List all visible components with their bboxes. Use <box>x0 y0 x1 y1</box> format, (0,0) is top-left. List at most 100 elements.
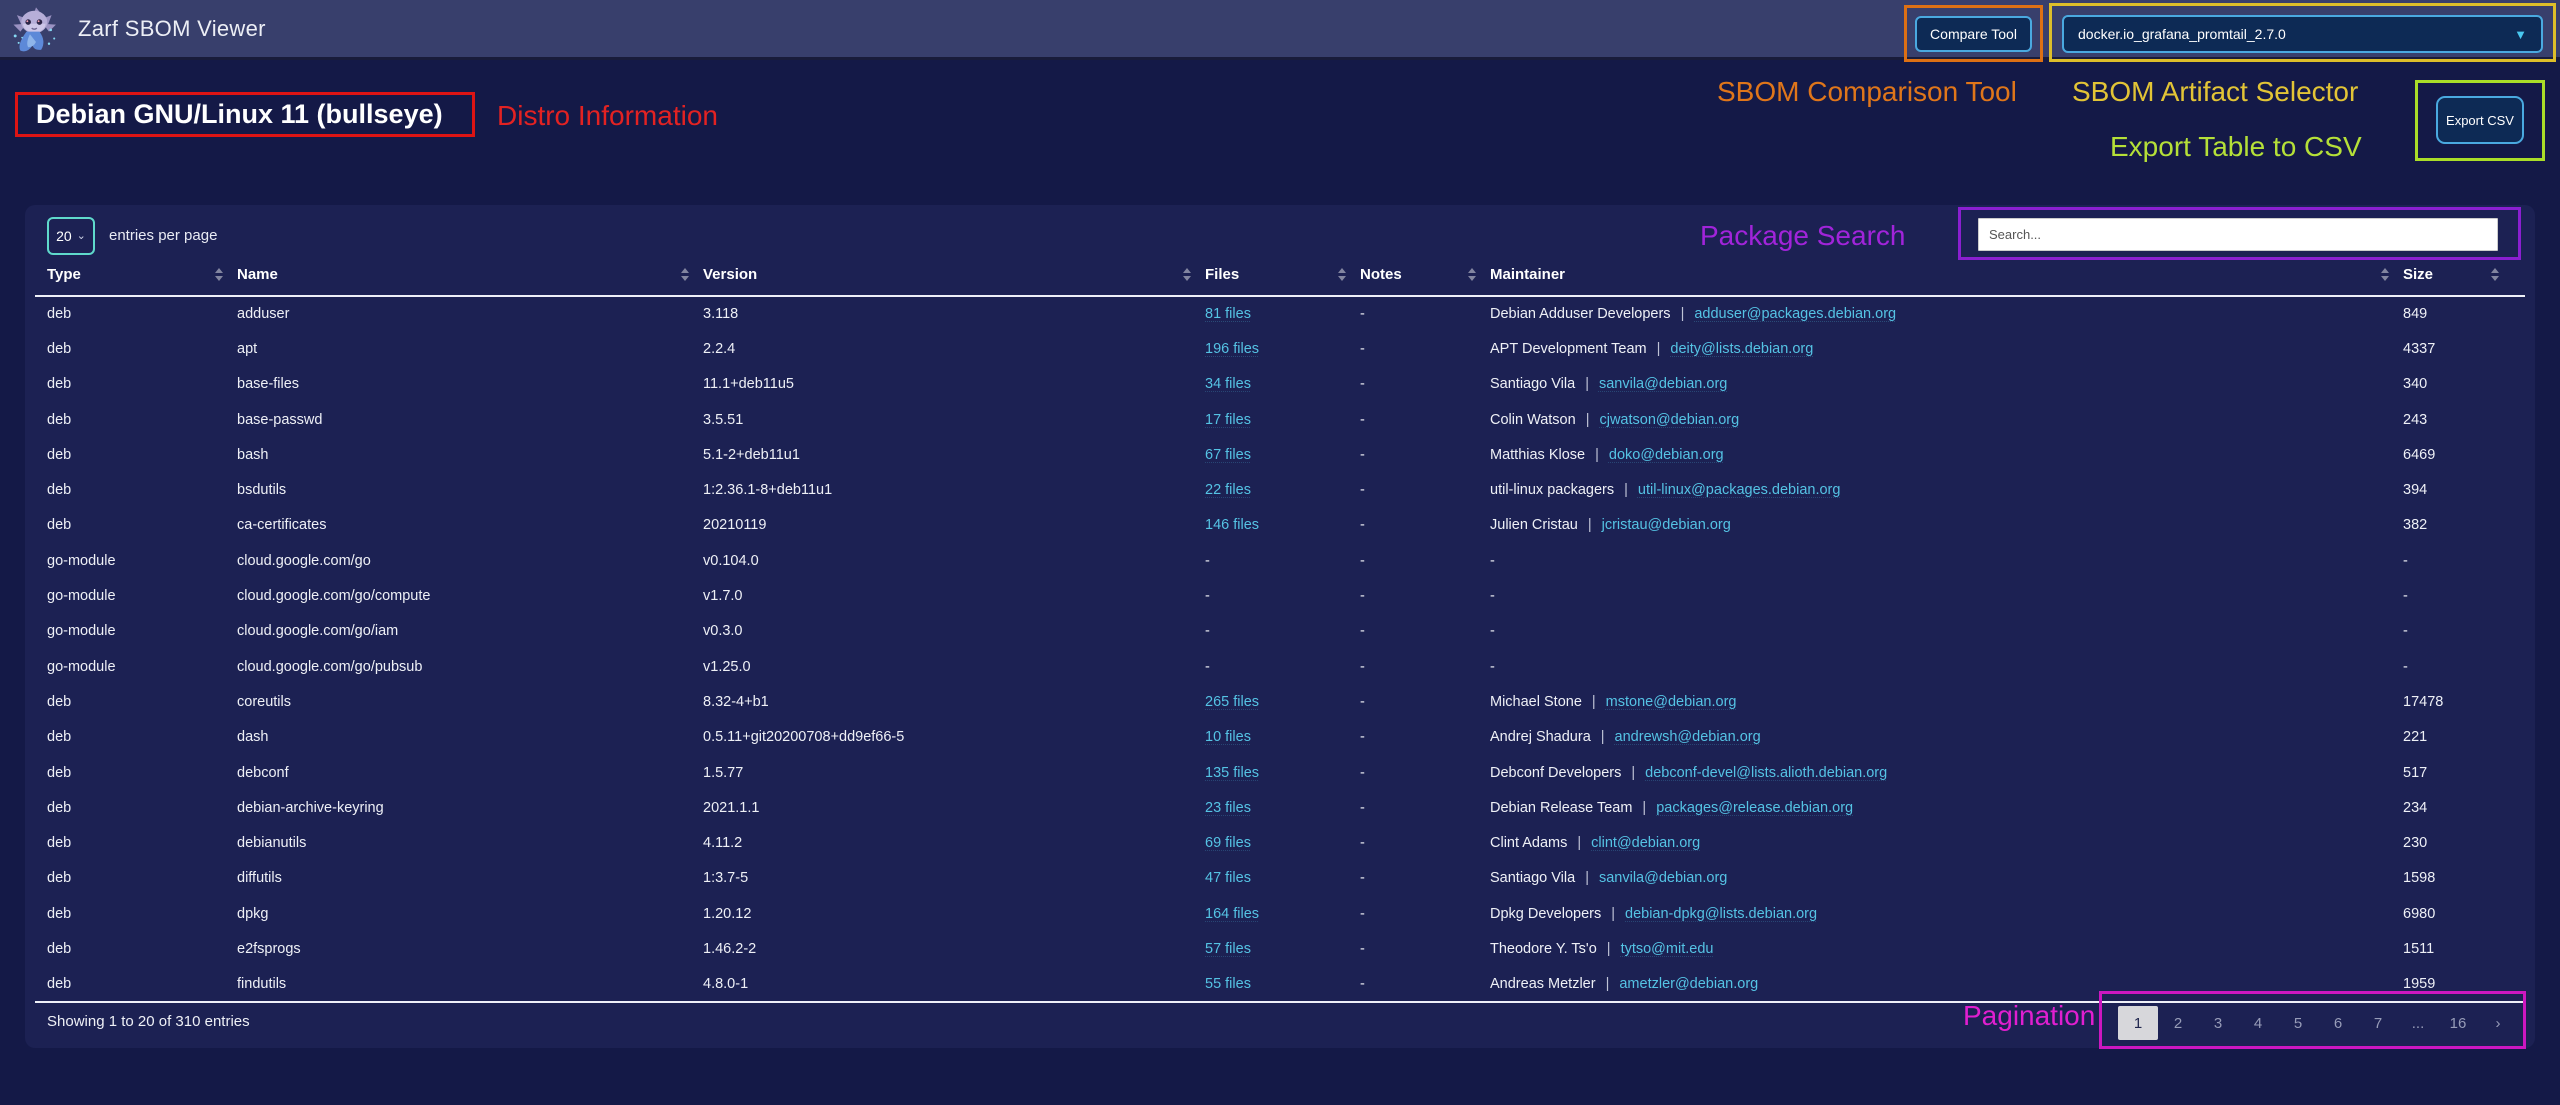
files-link[interactable]: 81 files <box>1205 306 1251 322</box>
cell-type: go-module <box>47 588 237 604</box>
files-link[interactable]: 146 files <box>1205 517 1259 533</box>
cell-maintainer: Debian Release Team|packages@release.deb… <box>1490 800 2403 816</box>
sort-icon[interactable] <box>1338 268 1346 281</box>
maintainer-email-link[interactable]: cjwatson@debian.org <box>1599 412 1739 428</box>
maintainer-email-link[interactable]: jcristau@debian.org <box>1602 517 1731 533</box>
sbom-artifact-select[interactable]: docker.io_grafana_promtail_2.7.0 ▼ <box>2062 15 2543 53</box>
sort-down-arrow-icon <box>2381 276 2389 281</box>
maintainer-email-link[interactable]: debian-dpkg@lists.debian.org <box>1625 906 1817 922</box>
table-row: go-modulecloud.google.com/go/computev1.7… <box>47 578 2513 613</box>
maintainer-separator: | <box>1585 870 1589 886</box>
cell-files: 164 files <box>1205 906 1360 922</box>
zarf-axolotl-logo <box>10 2 62 56</box>
maintainer-separator: | <box>1592 694 1596 710</box>
cell-notes: - <box>1360 517 1490 533</box>
cell-notes: - <box>1360 835 1490 851</box>
files-link[interactable]: 22 files <box>1205 482 1251 498</box>
cell-type: deb <box>47 835 237 851</box>
maintainer-email-link[interactable]: tytso@mit.edu <box>1621 941 1714 957</box>
column-header-size[interactable]: Size <box>2403 266 2513 283</box>
cell-notes: - <box>1360 412 1490 428</box>
files-link[interactable]: 265 files <box>1205 694 1259 710</box>
maintainer-email-link[interactable]: mstone@debian.org <box>1606 694 1737 710</box>
files-link[interactable]: 196 files <box>1205 341 1259 357</box>
column-header-files[interactable]: Files <box>1205 266 1360 283</box>
maintainer-email-link[interactable]: clint@debian.org <box>1591 835 1700 851</box>
maintainer-separator: | <box>1631 765 1635 781</box>
files-link[interactable]: 17 files <box>1205 412 1251 428</box>
cell-files: 23 files <box>1205 800 1360 816</box>
files-link[interactable]: 10 files <box>1205 729 1251 745</box>
package-table-panel: 20 ⌄ entries per page Package Search Typ… <box>25 205 2535 1048</box>
sort-icon[interactable] <box>2381 268 2389 281</box>
files-link[interactable]: 57 files <box>1205 941 1251 957</box>
sort-icon[interactable] <box>2491 268 2499 281</box>
files-link[interactable]: 135 files <box>1205 765 1259 781</box>
files-link[interactable]: 34 files <box>1205 376 1251 392</box>
sort-icon[interactable] <box>1183 268 1191 281</box>
cell-version: 20210119 <box>703 517 1205 533</box>
column-header-notes[interactable]: Notes <box>1360 266 1490 283</box>
cell-type: go-module <box>47 623 237 639</box>
files-link[interactable]: 47 files <box>1205 870 1251 886</box>
maintainer-email-link[interactable]: packages@release.debian.org <box>1656 800 1853 816</box>
compare-tool-button[interactable]: Compare Tool <box>1915 16 2032 52</box>
cell-name: findutils <box>237 976 703 992</box>
annotation-box-compare-tool: Compare Tool <box>1904 5 2043 62</box>
column-header-version[interactable]: Version <box>703 266 1205 283</box>
maintainer-name: util-linux packagers <box>1490 482 1614 498</box>
maintainer-email-link[interactable]: util-linux@packages.debian.org <box>1638 482 1841 498</box>
maintainer-email-link[interactable]: sanvila@debian.org <box>1599 870 1727 886</box>
cell-maintainer: Santiago Vila | sanvila@debian.org <box>1490 870 2403 886</box>
annotation-label-package-search: Package Search <box>1700 220 1905 252</box>
maintainer-email-link[interactable]: adduser@packages.debian.org <box>1694 306 1896 322</box>
cell-type: deb <box>47 482 237 498</box>
files-link[interactable]: 69 files <box>1205 835 1251 851</box>
files-link[interactable]: 23 files <box>1205 800 1251 816</box>
maintainer-email-link[interactable]: deity@lists.debian.org <box>1670 341 1813 357</box>
maintainer-name: Santiago Vila <box>1490 870 1575 886</box>
cell-files: 196 files <box>1205 341 1360 357</box>
maintainer-separator: | <box>1586 412 1590 428</box>
cell-maintainer: Theodore Y. Ts'o|tytso@mit.edu <box>1490 941 2403 957</box>
files-link[interactable]: 164 files <box>1205 906 1259 922</box>
artifact-selected-value: docker.io_grafana_promtail_2.7.0 <box>2078 26 2286 42</box>
cell-type: deb <box>47 941 237 957</box>
cell-name: adduser <box>237 306 703 322</box>
sort-icon[interactable] <box>1468 268 1476 281</box>
cell-maintainer: util-linux packagers|util-linux@packages… <box>1490 482 2403 498</box>
files-link[interactable]: 67 files <box>1205 447 1251 463</box>
cell-type: deb <box>47 412 237 428</box>
cell-maintainer: Debian Adduser Developers|adduser@packag… <box>1490 306 2403 322</box>
cell-notes: - <box>1360 906 1490 922</box>
sort-icon[interactable] <box>681 268 689 281</box>
maintainer-email-link[interactable]: ametzler@debian.org <box>1619 976 1758 992</box>
cell-version: 3.5.51 <box>703 412 1205 428</box>
maintainer-email-link[interactable]: sanvila@debian.org <box>1599 376 1727 392</box>
sort-icon[interactable] <box>215 268 223 281</box>
cell-type: deb <box>47 800 237 816</box>
column-header-type[interactable]: Type <box>47 266 237 283</box>
sort-up-arrow-icon <box>1468 268 1476 273</box>
maintainer-separator: | <box>1585 376 1589 392</box>
export-csv-button[interactable]: Export CSV <box>2436 96 2524 144</box>
cell-notes: - <box>1360 553 1490 569</box>
maintainer-email-link[interactable]: doko@debian.org <box>1609 447 1724 463</box>
cell-name: debianutils <box>237 835 703 851</box>
maintainer-email-link[interactable]: debconf-devel@lists.alioth.debian.org <box>1645 765 1887 781</box>
cell-name: debconf <box>237 765 703 781</box>
sort-up-arrow-icon <box>2381 268 2389 273</box>
cell-size: 6469 <box>2403 447 2513 463</box>
cell-size: 1598 <box>2403 870 2513 886</box>
entries-per-page-select[interactable]: 20 ⌄ <box>47 217 95 255</box>
cell-size: 382 <box>2403 517 2513 533</box>
chevron-down-icon: ⌄ <box>77 229 86 242</box>
column-header-name[interactable]: Name <box>237 266 703 283</box>
maintainer-email-link[interactable]: andrewsh@debian.org <box>1615 729 1761 745</box>
cell-version: 4.11.2 <box>703 835 1205 851</box>
files-link[interactable]: 55 files <box>1205 976 1251 992</box>
cell-size: 6980 <box>2403 906 2513 922</box>
column-header-maintainer[interactable]: Maintainer <box>1490 266 2403 283</box>
cell-maintainer: Julien Cristau|jcristau@debian.org <box>1490 517 2403 533</box>
table-row: debadduser3.11881 files-Debian Adduser D… <box>47 296 2513 331</box>
